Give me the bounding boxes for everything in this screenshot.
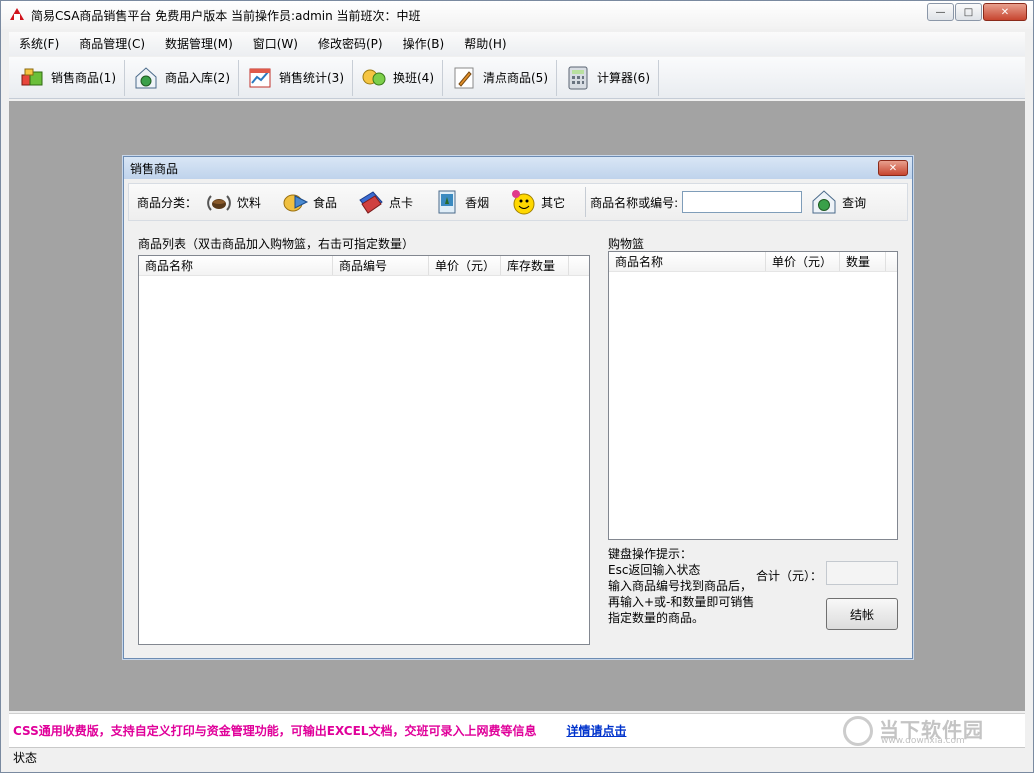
watermark-url: www.downxia.com bbox=[881, 736, 965, 746]
column-header-price[interactable]: 单价（元） bbox=[429, 256, 501, 275]
watermark: 当下软件园 www.downxia.com bbox=[843, 714, 1013, 748]
category-other-button[interactable]: 其它 bbox=[509, 188, 565, 216]
search-separator bbox=[585, 187, 587, 217]
search-label: 商品名称或编号: bbox=[590, 195, 679, 210]
basket-column-price[interactable]: 单价（元） bbox=[766, 252, 840, 271]
close-button[interactable]: ✕ bbox=[983, 3, 1027, 21]
toolbar-sell-label: 销售商品(1) bbox=[51, 71, 116, 85]
category-drinks-button[interactable]: 饮料 bbox=[205, 188, 261, 216]
shift-icon bbox=[361, 65, 387, 91]
category-cigarette-label: 香烟 bbox=[465, 195, 490, 210]
toolbar-calculator-button[interactable]: 计算器(6) bbox=[557, 59, 659, 96]
cash-register-icon bbox=[19, 65, 45, 91]
total-value bbox=[826, 561, 898, 585]
details-link[interactable]: 详情请点击 bbox=[566, 722, 626, 739]
minimize-button[interactable]: — bbox=[927, 3, 954, 21]
app-logo-icon bbox=[9, 7, 25, 23]
toolbar-shift-label: 换班(4) bbox=[393, 71, 434, 85]
maximize-button[interactable]: □ bbox=[955, 3, 982, 21]
column-header-name[interactable]: 商品名称 bbox=[139, 256, 333, 275]
keyboard-hints: 键盘操作提示： Esc返回输入状态 输入商品编号找到商品后， 再输入+或-和数量… bbox=[608, 546, 768, 626]
category-label: 商品分类： bbox=[137, 195, 198, 210]
hint-line: 输入商品编号找到商品后， bbox=[608, 579, 753, 593]
menu-window[interactable]: 窗口(W) bbox=[243, 33, 308, 55]
category-bar: 商品分类： 饮料 食品 点卡 香烟 其它 商品名称或编号: 查询 bbox=[128, 183, 908, 221]
category-cigarette-button[interactable]: 香烟 bbox=[433, 188, 489, 216]
app-window: 简易CSA商品销售平台 免费用户版本 当前操作员:admin 当前班次：中班 —… bbox=[0, 0, 1034, 773]
product-list[interactable]: 商品名称 商品编号 单价（元） 库存数量 bbox=[138, 255, 590, 645]
toolbar-sales-stats-label: 销售统计(3) bbox=[279, 71, 344, 85]
menu-help[interactable]: 帮助(H) bbox=[454, 33, 516, 55]
toolbar-inventory-button[interactable]: 清点商品(5) bbox=[443, 59, 557, 96]
warehouse-icon bbox=[133, 65, 159, 91]
menu-system[interactable]: 系统(F) bbox=[9, 33, 69, 55]
toolbar-shift-button[interactable]: 换班(4) bbox=[353, 59, 443, 96]
basket-column-name[interactable]: 商品名称 bbox=[609, 252, 766, 271]
warehouse-icon bbox=[810, 188, 838, 216]
toolbar-calculator-label: 计算器(6) bbox=[597, 71, 650, 85]
hint-line: Esc返回输入状态 bbox=[608, 563, 701, 577]
toolbar-stock-in-label: 商品入库(2) bbox=[165, 71, 230, 85]
sales-dialog: 销售商品 ✕ 商品分类： 饮料 食品 点卡 香烟 其它 商品名称或编号: 查询 … bbox=[123, 156, 913, 659]
title-bar: 简易CSA商品销售平台 免费用户版本 当前操作员:admin 当前班次：中班 —… bbox=[1, 1, 1033, 29]
hint-line: 再输入+或-和数量即可销售 bbox=[608, 595, 755, 609]
watermark-logo-icon bbox=[843, 716, 873, 746]
dialog-close-button[interactable]: ✕ bbox=[878, 160, 908, 176]
mdi-workspace: 销售商品 ✕ 商品分类： 饮料 食品 点卡 香烟 其它 商品名称或编号: 查询 … bbox=[9, 101, 1025, 711]
pencil-icon bbox=[451, 65, 477, 91]
product-list-header: 商品名称 商品编号 单价（元） 库存数量 bbox=[139, 256, 589, 276]
checkout-button[interactable]: 结帐 bbox=[826, 598, 898, 630]
window-controls: — □ ✕ bbox=[926, 3, 1027, 21]
hint-line: 指定数量的商品。 bbox=[608, 611, 705, 625]
hint-line: 键盘操作提示： bbox=[608, 547, 693, 561]
toolbar-sell-button[interactable]: 销售商品(1) bbox=[9, 59, 125, 96]
category-card-button[interactable]: 点卡 bbox=[357, 188, 413, 216]
basket-list-header: 商品名称 单价（元） 数量 bbox=[609, 252, 897, 272]
status-text: 状态 bbox=[13, 751, 38, 765]
query-label: 查询 bbox=[842, 195, 867, 210]
food-icon bbox=[281, 188, 309, 216]
basket-label: 购物篮 bbox=[608, 237, 645, 251]
menu-product-management[interactable]: 商品管理(C) bbox=[69, 33, 155, 55]
toolbar-sales-stats-button[interactable]: 销售统计(3) bbox=[239, 59, 353, 96]
ad-text: CSS通用收费版，支持自定义打印与资金管理功能，可输出EXCEL文档，交班可录入… bbox=[13, 724, 537, 738]
toolbar-inventory-label: 清点商品(5) bbox=[483, 71, 548, 85]
total-label: 合计（元）： bbox=[756, 569, 823, 583]
category-food-button[interactable]: 食品 bbox=[281, 188, 337, 216]
cigarette-icon bbox=[433, 188, 461, 216]
basket-list[interactable]: 商品名称 单价（元） 数量 bbox=[608, 251, 898, 540]
window-title: 简易CSA商品销售平台 免费用户版本 当前操作员:admin 当前班次：中班 bbox=[31, 8, 421, 23]
category-other-label: 其它 bbox=[541, 195, 566, 210]
category-card-label: 点卡 bbox=[389, 195, 414, 210]
card-icon bbox=[357, 188, 385, 216]
chart-icon bbox=[247, 65, 273, 91]
dialog-title: 销售商品 bbox=[130, 161, 179, 176]
search-input[interactable] bbox=[682, 191, 803, 213]
column-header-stock[interactable]: 库存数量 bbox=[501, 256, 569, 275]
menu-operation[interactable]: 操作(B) bbox=[393, 33, 455, 55]
coffee-cup-icon bbox=[205, 188, 233, 216]
toolbar: 销售商品(1) 商品入库(2) 销售统计(3) 换班(4) 清点商品(5) 计算… bbox=[9, 57, 1025, 99]
status-bar: 状态 bbox=[9, 747, 1025, 767]
calculator-icon bbox=[565, 65, 591, 91]
toolbar-stock-in-button[interactable]: 商品入库(2) bbox=[125, 59, 239, 96]
column-header-code[interactable]: 商品编号 bbox=[333, 256, 429, 275]
menu-data-management[interactable]: 数据管理(M) bbox=[155, 33, 243, 55]
product-list-label: 商品列表（双击商品加入购物篮，右击可指定数量） bbox=[138, 237, 415, 251]
menu-change-password[interactable]: 修改密码(P) bbox=[308, 33, 393, 55]
category-food-label: 食品 bbox=[313, 195, 338, 210]
dialog-title-bar: 销售商品 ✕ bbox=[124, 157, 912, 179]
smiley-icon bbox=[509, 188, 537, 216]
menu-bar: 系统(F) 商品管理(C) 数据管理(M) 窗口(W) 修改密码(P) 操作(B… bbox=[9, 32, 1025, 56]
ad-bar: CSS通用收费版，支持自定义打印与资金管理功能，可输出EXCEL文档，交班可录入… bbox=[9, 713, 1025, 747]
basket-column-qty[interactable]: 数量 bbox=[840, 252, 886, 271]
category-drinks-label: 饮料 bbox=[237, 195, 262, 210]
query-button[interactable]: 查询 bbox=[810, 188, 866, 216]
